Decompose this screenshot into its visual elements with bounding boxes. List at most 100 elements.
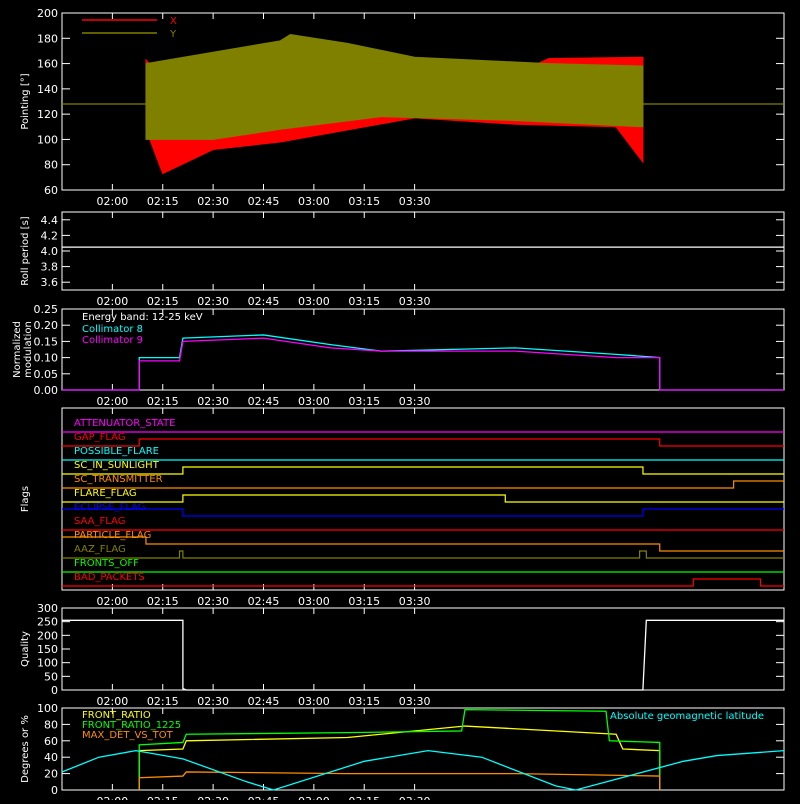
ytick-label-2-0: 0.00 (34, 384, 59, 397)
legend-label-5-2: MAX_DET_VS_TOT (82, 730, 174, 741)
ylabel-2: Normalized (12, 321, 23, 378)
flag-label-4: SC_TRANSMITTER (74, 474, 163, 485)
ylabel-5: Degrees or % (20, 715, 31, 783)
ytick-label-5-1: 20 (44, 768, 58, 781)
panel-frame-3 (61, 407, 785, 591)
flag-line-9 (62, 550, 784, 559)
xtick-label-5-3: 02:45 (248, 795, 280, 800)
xtick-label-1-6: 03:30 (399, 295, 431, 308)
xtick-label-1-5: 03:15 (348, 295, 380, 308)
series-line-2-1 (62, 337, 784, 391)
ytick-label-4-2: 100 (37, 657, 58, 670)
flag-label-5: FLARE_FLAG (74, 488, 137, 499)
xtick-label-3-4: 03:00 (298, 595, 330, 608)
ytick-label-2-3: 0.15 (34, 335, 59, 348)
series-line-2-0 (62, 334, 784, 391)
xtick-label-5-2: 02:30 (197, 795, 229, 800)
xtick-label-0-2: 02:30 (197, 195, 229, 208)
legend-label-0-0: X (170, 16, 177, 27)
xtick-label-4-2: 02:30 (197, 695, 229, 708)
xtick-label-0-0: 02:00 (97, 195, 129, 208)
ylabel-0: Pointing [°] (20, 73, 31, 129)
ytick-label-4-0: 0 (51, 684, 58, 697)
xtick-label-3-1: 02:15 (147, 595, 179, 608)
xtick-label-0-3: 02:45 (248, 195, 280, 208)
flag-line-8 (62, 536, 784, 552)
ytick-label-2-4: 0.20 (34, 319, 59, 332)
ytick-label-0-4: 140 (37, 83, 58, 96)
ytick-label-4-1: 50 (44, 670, 58, 683)
ytick-label-5-2: 40 (44, 751, 58, 764)
ytick-label-0-3: 120 (37, 108, 58, 121)
flag-line-3 (62, 466, 784, 475)
ylabel-3: Flags (20, 486, 31, 512)
ytick-label-0-2: 100 (37, 133, 58, 146)
ytick-label-0-5: 160 (37, 58, 58, 71)
flag-label-2: POSSIBLE_FLARE (74, 446, 159, 457)
flag-label-0: ATTENUATOR_STATE (74, 418, 175, 429)
flag-label-10: FRONTS_OFF (74, 558, 139, 569)
xtick-label-2-5: 03:15 (348, 395, 380, 408)
xtick-label-5-4: 03:00 (298, 795, 330, 800)
flag-line-6 (62, 508, 784, 517)
xtick-label-2-6: 03:30 (399, 395, 431, 408)
panel-frame-1 (61, 211, 785, 291)
xtick-label-4-3: 02:45 (248, 695, 280, 708)
legend-label-2-0: Collimator 8 (82, 324, 143, 335)
xtick-label-5-0: 02:00 (97, 795, 129, 800)
xtick-label-3-5: 03:15 (348, 595, 380, 608)
flag-label-11: BAD_PACKETS (74, 572, 145, 583)
xtick-label-3-2: 02:30 (197, 595, 229, 608)
ytick-label-1-3: 4.2 (41, 229, 59, 242)
legend-label-0-1: Y (169, 29, 177, 40)
flag-line-11 (62, 578, 784, 587)
ytick-label-5-0: 0 (51, 784, 58, 797)
flag-line-1 (62, 438, 784, 447)
ylabel-1: Roll period [s] (20, 216, 31, 285)
ytick-label-1-4: 4.4 (41, 214, 59, 227)
xtick-label-5-5: 03:15 (348, 795, 380, 800)
xtick-label-1-2: 02:30 (197, 295, 229, 308)
xtick-label-2-0: 02:00 (97, 395, 129, 408)
legend-label-5-3: Absolute geomagnetic latitude (610, 711, 764, 722)
ytick-label-5-5: 100 (37, 702, 58, 715)
xtick-label-3-3: 02:45 (248, 595, 280, 608)
ytick-label-1-0: 3.6 (41, 276, 59, 289)
ylabel-2b-2: modulation (23, 321, 34, 378)
ytick-label-0-7: 200 (37, 7, 58, 20)
xtick-label-2-4: 03:00 (298, 395, 330, 408)
flag-label-7: SAA_FLAG (74, 516, 125, 527)
flag-label-8: PARTICLE_FLAG (74, 530, 151, 541)
ytick-label-4-6: 300 (37, 602, 58, 615)
ytick-label-4-3: 150 (37, 643, 58, 656)
series-line-4-0 (62, 619, 784, 691)
xtick-label-4-6: 03:30 (399, 695, 431, 708)
xtick-label-5-6: 03:30 (399, 795, 431, 800)
xtick-label-2-3: 02:45 (248, 395, 280, 408)
xtick-label-0-4: 03:00 (298, 195, 330, 208)
xtick-label-4-1: 02:15 (147, 695, 179, 708)
legend-label-2-1: Collimator 9 (82, 335, 143, 346)
ytick-label-2-1: 0.05 (34, 368, 59, 381)
xtick-label-2-2: 02:30 (197, 395, 229, 408)
ytick-label-4-5: 250 (37, 616, 58, 629)
ytick-label-4-4: 200 (37, 629, 58, 642)
xtick-label-1-0: 02:00 (97, 295, 129, 308)
chart-figure: 02:00 02:15 02:30 02:45 03:00 03:15 03:30 60 80 1… (0, 0, 800, 804)
ytick-label-5-3: 60 (44, 735, 58, 748)
xtick-label-2-1: 02:15 (147, 395, 179, 408)
flag-label-3: SC_IN_SUNLIGHT (74, 460, 160, 471)
xtick-label-5-1: 02:15 (147, 795, 179, 800)
ytick-label-0-0: 60 (44, 184, 58, 197)
ytick-label-1-1: 3.8 (41, 261, 59, 274)
ylabel-4: Quality (20, 631, 31, 667)
flag-line-5 (62, 494, 784, 503)
flag-label-6: ECLIPSE_FLAG (74, 502, 145, 513)
ytick-label-5-4: 80 (44, 718, 58, 731)
ytick-label-2-5: 0.25 (34, 303, 59, 316)
annotation-2: Energy band: 12-25 keV (82, 312, 203, 323)
flag-line-4 (62, 480, 784, 489)
series-line-5-3 (61, 749, 785, 791)
ytick-label-1-2: 4.0 (41, 245, 59, 258)
flag-label-9: AAZ_FLAG (74, 544, 126, 555)
